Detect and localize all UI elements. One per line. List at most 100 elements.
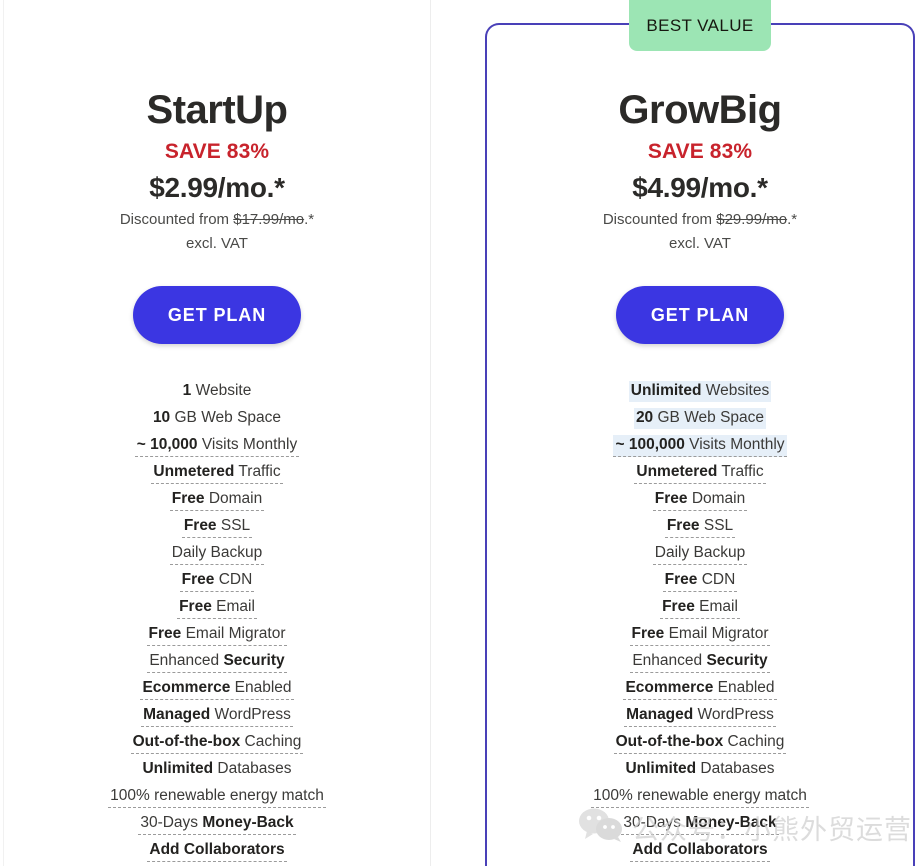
feature-label: ~ 100,000 Visits Monthly	[613, 435, 787, 457]
feature-item[interactable]: Free Email	[3, 593, 431, 620]
feature-emphasis-trailing: Money-Back	[685, 814, 777, 831]
get-plan-button[interactable]: GET PLAN	[133, 286, 301, 344]
feature-label: Free Email Migrator	[629, 624, 771, 646]
get-plan-button[interactable]: GET PLAN	[616, 286, 784, 344]
feature-label: Free Email	[177, 597, 257, 619]
feature-item[interactable]: Ecommerce Enabled	[487, 674, 913, 701]
feature-item: 10 GB Web Space	[3, 404, 431, 431]
feature-item[interactable]: Free CDN	[3, 566, 431, 593]
pricing-page: BEST VALUE StartUp SAVE 83% $2.99/mo.* Disc…	[0, 0, 918, 866]
best-value-badge-label: BEST VALUE	[646, 15, 754, 35]
discount-suffix: .*	[304, 211, 315, 228]
feature-emphasis: Unmetered	[636, 463, 718, 480]
feature-emphasis: Add Collaborators	[632, 841, 768, 858]
feature-text: CDN	[214, 571, 253, 588]
feature-text: Databases	[696, 760, 775, 777]
feature-emphasis: Free	[171, 490, 205, 507]
feature-text: Domain	[687, 490, 746, 507]
feature-item[interactable]: Add Collaborators	[487, 836, 913, 863]
feature-label: ~ 10,000 Visits Monthly	[134, 435, 300, 457]
plan-save-badge: SAVE 83%	[164, 140, 270, 163]
discount-prefix: Discounted from	[119, 211, 234, 228]
feature-emphasis: Free	[631, 625, 665, 642]
feature-text: Domain	[204, 490, 263, 507]
feature-label: Enhanced Security	[147, 651, 287, 673]
feature-item[interactable]: Daily Backup	[3, 539, 431, 566]
feature-label: Unlimited Websites	[628, 381, 772, 402]
feature-item[interactable]: Add Collaborators	[3, 836, 431, 863]
feature-item[interactable]: Free Email	[487, 593, 913, 620]
feature-text: Email	[694, 598, 738, 615]
feature-item[interactable]: Free Domain	[3, 485, 431, 512]
feature-text: 30-Days	[623, 814, 686, 831]
feature-label: 1 Website	[181, 381, 254, 402]
best-value-badge: BEST VALUE	[629, 0, 771, 51]
feature-item[interactable]: Daily Backup	[487, 539, 913, 566]
feature-item[interactable]: Free Email Migrator	[3, 620, 431, 647]
feature-item[interactable]: 30-Days Money-Back	[487, 809, 913, 836]
feature-item[interactable]: ~ 10,000 Visits Monthly	[3, 431, 431, 458]
feature-text: Daily Backup	[171, 544, 263, 561]
feature-item[interactable]: Out-of-the-box Caching	[487, 728, 913, 755]
feature-item[interactable]: Enhanced Security	[3, 647, 431, 674]
feature-item[interactable]: 100% renewable energy match	[487, 782, 913, 809]
feature-text: Enabled	[230, 679, 292, 696]
feature-text: 30-Days	[140, 814, 203, 831]
feature-label: Add Collaborators	[147, 840, 287, 862]
feature-label: Managed WordPress	[624, 705, 776, 727]
feature-emphasis: Out-of-the-box	[132, 733, 241, 750]
feature-emphasis: Unlimited	[142, 760, 214, 777]
feature-item[interactable]: Free SSL	[3, 512, 431, 539]
feature-list: Unlimited Websites 20 GB Web Space ~ 100,0…	[487, 377, 913, 863]
feature-text: Daily Backup	[654, 544, 746, 561]
feature-emphasis: Free	[666, 517, 700, 534]
plan-cta-wrap: GET PLAN	[3, 286, 431, 344]
feature-item[interactable]: Free Domain	[487, 485, 913, 512]
feature-text: GB Web Space	[170, 409, 282, 426]
feature-text: SSL	[216, 517, 251, 534]
feature-item[interactable]: Free Email Migrator	[487, 620, 913, 647]
feature-item[interactable]: Unmetered Traffic	[3, 458, 431, 485]
plan-cta-wrap: GET PLAN	[487, 286, 913, 344]
feature-label: 100% renewable energy match	[108, 786, 326, 808]
feature-item: 20 GB Web Space	[487, 404, 913, 431]
feature-item[interactable]: ~ 100,000 Visits Monthly	[487, 431, 913, 458]
feature-item[interactable]: Ecommerce Enabled	[3, 674, 431, 701]
feature-text: SSL	[699, 517, 734, 534]
feature-item[interactable]: 100% renewable energy match	[3, 782, 431, 809]
feature-text: Email Migrator	[181, 625, 286, 642]
feature-item: Unlimited Databases	[3, 755, 431, 782]
feature-label: Free SSL	[664, 516, 736, 538]
feature-item[interactable]: Free CDN	[487, 566, 913, 593]
feature-emphasis: Ecommerce	[625, 679, 714, 696]
feature-label: Free Domain	[652, 489, 748, 511]
feature-emphasis: 1	[182, 382, 192, 399]
feature-text: CDN	[697, 571, 736, 588]
feature-item[interactable]: 30-Days Money-Back	[3, 809, 431, 836]
feature-label: Unlimited Databases	[140, 759, 293, 780]
feature-label: Ecommerce Enabled	[140, 678, 294, 700]
feature-item[interactable]: Free SSL	[487, 512, 913, 539]
feature-item[interactable]: Unmetered Traffic	[487, 458, 913, 485]
plan-price: $2.99/mo.*	[149, 172, 285, 203]
feature-label: Free SSL	[181, 516, 253, 538]
feature-item[interactable]: Out-of-the-box Caching	[3, 728, 431, 755]
feature-label: Unlimited Databases	[623, 759, 776, 780]
feature-item[interactable]: Managed WordPress	[487, 701, 913, 728]
feature-text: Websites	[701, 382, 770, 399]
feature-item[interactable]: Enhanced Security	[487, 647, 913, 674]
feature-label: Unmetered Traffic	[634, 462, 766, 484]
feature-text: GB Web Space	[653, 409, 765, 426]
feature-emphasis: Unlimited	[625, 760, 697, 777]
feature-label: Daily Backup	[169, 543, 265, 565]
feature-emphasis: 10	[152, 409, 171, 426]
feature-text: Website	[191, 382, 252, 399]
feature-emphasis: Ecommerce	[142, 679, 231, 696]
feature-text: Email	[211, 598, 255, 615]
plan-title: GrowBig	[618, 88, 782, 132]
feature-item[interactable]: Managed WordPress	[3, 701, 431, 728]
discount-prefix: Discounted from	[602, 211, 717, 228]
feature-label: Free CDN	[179, 570, 255, 592]
feature-text: Enabled	[713, 679, 775, 696]
feature-label: 100% renewable energy match	[591, 786, 809, 808]
